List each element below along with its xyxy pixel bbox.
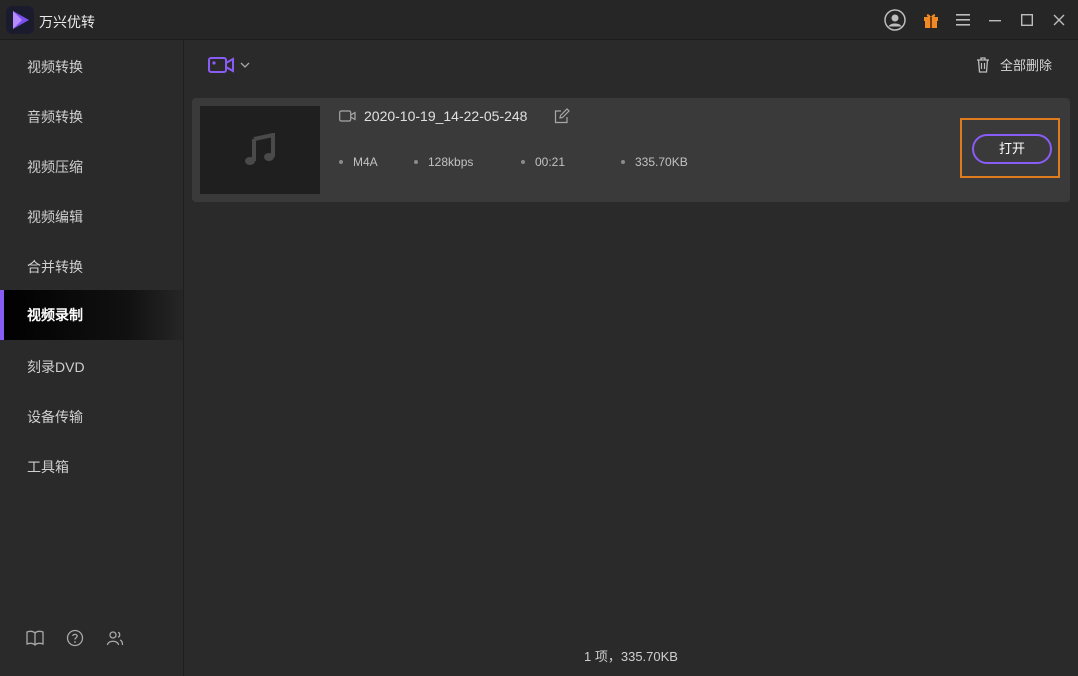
toolbar: 全部删除 (184, 40, 1078, 90)
account-icon[interactable] (884, 9, 906, 31)
status-summary: 1 项，335.70KB (584, 649, 678, 664)
file-format: M4A (339, 155, 378, 169)
close-icon[interactable] (1048, 9, 1070, 31)
delete-all-button[interactable]: 全部删除 (976, 55, 1052, 74)
sidebar-item-video-compress[interactable]: 视频压缩 (0, 142, 183, 192)
file-thumbnail (200, 106, 320, 194)
app-title: 万兴优转 (39, 14, 95, 30)
file-bitrate: 128kbps (414, 155, 473, 169)
app-logo-icon (6, 6, 34, 34)
book-icon[interactable] (25, 628, 45, 648)
file-item: 2020-10-19_14-22-05-248 M4A 128kbps 00:2… (192, 98, 1070, 202)
sidebar-item-device-transfer[interactable]: 设备传输 (0, 392, 183, 442)
sidebar-item-video-record[interactable]: 视频录制 (0, 290, 183, 340)
minimize-icon[interactable] (984, 9, 1006, 31)
trash-icon (976, 56, 989, 73)
file-name-row: 2020-10-19_14-22-05-248 (339, 108, 527, 124)
record-source-dropdown[interactable] (208, 54, 252, 76)
sidebar-item-video-edit[interactable]: 视频编辑 (0, 192, 183, 242)
menu-icon[interactable] (952, 9, 974, 31)
sidebar-item-video-convert[interactable]: 视频转换 (0, 42, 183, 92)
video-file-icon (339, 110, 356, 122)
file-duration: 00:21 (521, 155, 565, 169)
music-note-icon (245, 133, 275, 165)
video-camera-icon (208, 57, 234, 73)
open-button[interactable]: 打开 (972, 134, 1052, 164)
sidebar-item-toolbox[interactable]: 工具箱 (0, 442, 183, 492)
chevron-down-icon (240, 62, 250, 68)
sidebar-item-merge-convert[interactable]: 合并转换 (0, 242, 183, 292)
file-size: 335.70KB (621, 155, 688, 169)
file-name: 2020-10-19_14-22-05-248 (364, 108, 528, 124)
title-bar: 万兴优转 (0, 0, 1078, 40)
sidebar-item-audio-convert[interactable]: 音频转换 (0, 92, 183, 142)
edit-icon[interactable] (554, 108, 570, 124)
sidebar-item-burn-dvd[interactable]: 刻录DVD (0, 342, 183, 392)
maximize-icon[interactable] (1016, 9, 1038, 31)
sidebar: 视频转换 音频转换 视频压缩 视频编辑 合并转换 视频录制 刻录DVD 设备传输… (0, 40, 184, 676)
user-group-icon[interactable] (105, 628, 125, 648)
delete-all-label: 全部删除 (999, 58, 1052, 73)
gift-icon[interactable] (920, 9, 942, 31)
main-panel: 全部删除 2020-10-19_14-22-05-248 M4A 128kbps… (184, 40, 1078, 676)
help-icon[interactable] (65, 628, 85, 648)
